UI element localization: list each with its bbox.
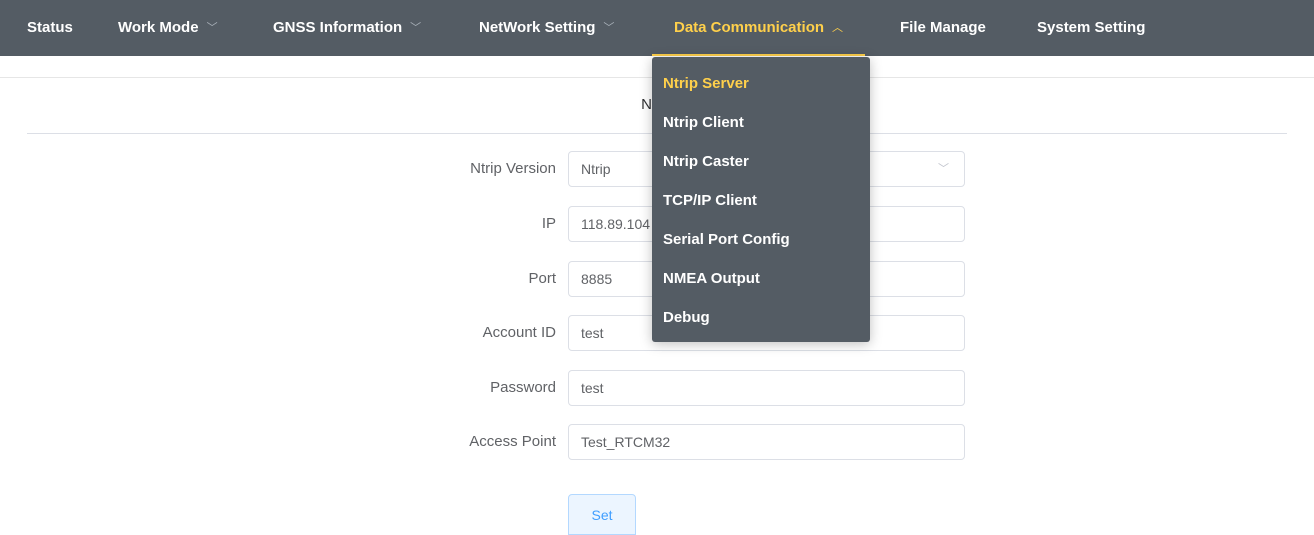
nav-item-system-setting[interactable]: System Setting (1037, 0, 1145, 56)
nav-item-network-setting[interactable]: NetWork Setting ﹀ (479, 0, 614, 56)
form-row-password: Password (0, 370, 1314, 406)
nav-item-label: NetWork Setting (479, 19, 596, 36)
chevron-down-icon: ﹀ (206, 22, 218, 34)
nav-item-label: System Setting (1037, 19, 1146, 36)
port-label: Port (528, 270, 556, 287)
menu-item-ntrip-client[interactable]: Ntrip Client (652, 103, 870, 142)
nav-item-label: Work Mode (118, 19, 199, 36)
nav-item-label: File Manage (900, 19, 986, 36)
chevron-up-icon: ︿ (832, 22, 844, 34)
nav-item-gnss-information[interactable]: GNSS Information ﹀ (273, 0, 421, 56)
access-point-label: Access Point (469, 433, 556, 450)
nav-item-label: Status (27, 19, 73, 36)
menu-item-debug[interactable]: Debug (652, 298, 870, 337)
menu-item-serial-port-config[interactable]: Serial Port Config (652, 220, 870, 259)
ntrip-version-label: Ntrip Version (470, 160, 556, 177)
nav-item-work-mode[interactable]: Work Mode ﹀ (118, 0, 218, 56)
nav-item-status[interactable]: Status (27, 0, 73, 56)
form-row-access-point: Access Point (0, 424, 1314, 460)
nav-item-label: GNSS Information (273, 19, 403, 36)
nav-item-data-communication[interactable]: Data Communication ︿ (652, 0, 866, 56)
menu-item-ntrip-caster[interactable]: Ntrip Caster (652, 142, 870, 181)
access-point-input[interactable] (568, 424, 965, 460)
ip-label: IP (541, 215, 556, 232)
nav-item-label: Data Communication (674, 19, 825, 36)
password-label: Password (490, 379, 556, 396)
menu-item-ntrip-server[interactable]: Ntrip Server (652, 64, 870, 103)
set-button[interactable]: Set (568, 494, 636, 535)
chevron-down-icon: ﹀ (603, 22, 615, 34)
account-id-label: Account ID (482, 324, 556, 341)
menu-item-nmea-output[interactable]: NMEA Output (652, 259, 870, 298)
top-nav-bar: Status Work Mode ﹀ GNSS Information ﹀ NetW… (0, 0, 1314, 56)
data-communication-dropdown: Ntrip Server Ntrip Client Ntrip Caster T… (652, 57, 870, 342)
chevron-down-icon: ﹀ (938, 163, 949, 175)
chevron-down-icon: ﹀ (410, 22, 422, 34)
password-input[interactable] (568, 370, 965, 406)
nav-item-file-manage[interactable]: File Manage (900, 0, 986, 56)
menu-item-tcp-ip-client[interactable]: TCP/IP Client (652, 181, 870, 220)
